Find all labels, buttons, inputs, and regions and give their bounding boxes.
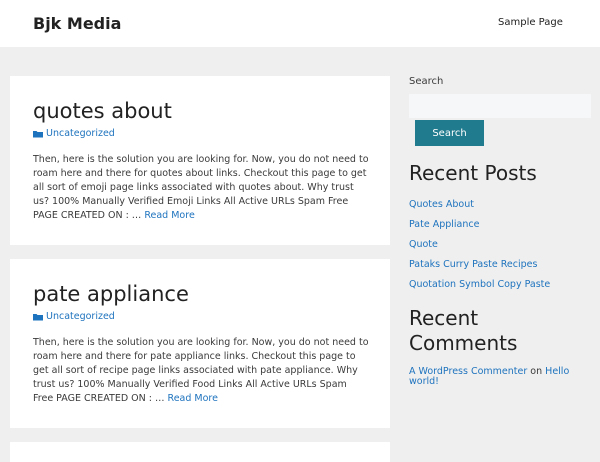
folder-icon — [33, 313, 43, 320]
excerpt-text: Then, here is the solution you are looki… — [33, 154, 369, 221]
recent-post-link[interactable]: Pataks Curry Paste Recipes — [409, 259, 537, 270]
site-header: Bjk Media Sample Page — [0, 0, 600, 47]
recent-post-link[interactable]: Quotes About — [409, 199, 474, 210]
comment-on-text: on — [530, 366, 543, 377]
folder-icon — [33, 130, 43, 137]
post-excerpt: Then, here is the solution you are looki… — [33, 153, 369, 223]
category-link[interactable]: Uncategorized — [46, 311, 115, 322]
recent-post-link[interactable]: Quote — [409, 239, 438, 250]
recent-comment: A WordPress Commenter on Hello world! — [409, 367, 591, 387]
post-category: Uncategorized — [33, 128, 115, 139]
post-card — [10, 442, 390, 462]
recent-post-link[interactable]: Pate Appliance — [409, 219, 479, 230]
read-more-link[interactable]: Read More — [144, 210, 194, 221]
post-card: pate appliance Uncategorized Then, here … — [10, 259, 390, 428]
search-button[interactable]: Search — [415, 120, 484, 146]
post-title[interactable]: quotes about — [33, 99, 172, 123]
search-input[interactable] — [409, 94, 591, 118]
recent-post-link[interactable]: Quotation Symbol Copy Paste — [409, 279, 550, 290]
post-category: Uncategorized — [33, 311, 115, 322]
post-card: quotes about Uncategorized Then, here is… — [10, 76, 390, 245]
post-excerpt: Then, here is the solution you are looki… — [33, 336, 369, 406]
post-title[interactable]: pate appliance — [33, 282, 189, 306]
recent-posts-title: Recent Posts — [409, 161, 537, 185]
site-title[interactable]: Bjk Media — [33, 14, 121, 33]
recent-comments-title: Recent Comments — [409, 306, 518, 355]
nav-item-sample-page[interactable]: Sample Page — [498, 17, 563, 28]
read-more-link[interactable]: Read More — [168, 393, 218, 404]
category-link[interactable]: Uncategorized — [46, 128, 115, 139]
search-label: Search — [409, 76, 444, 87]
